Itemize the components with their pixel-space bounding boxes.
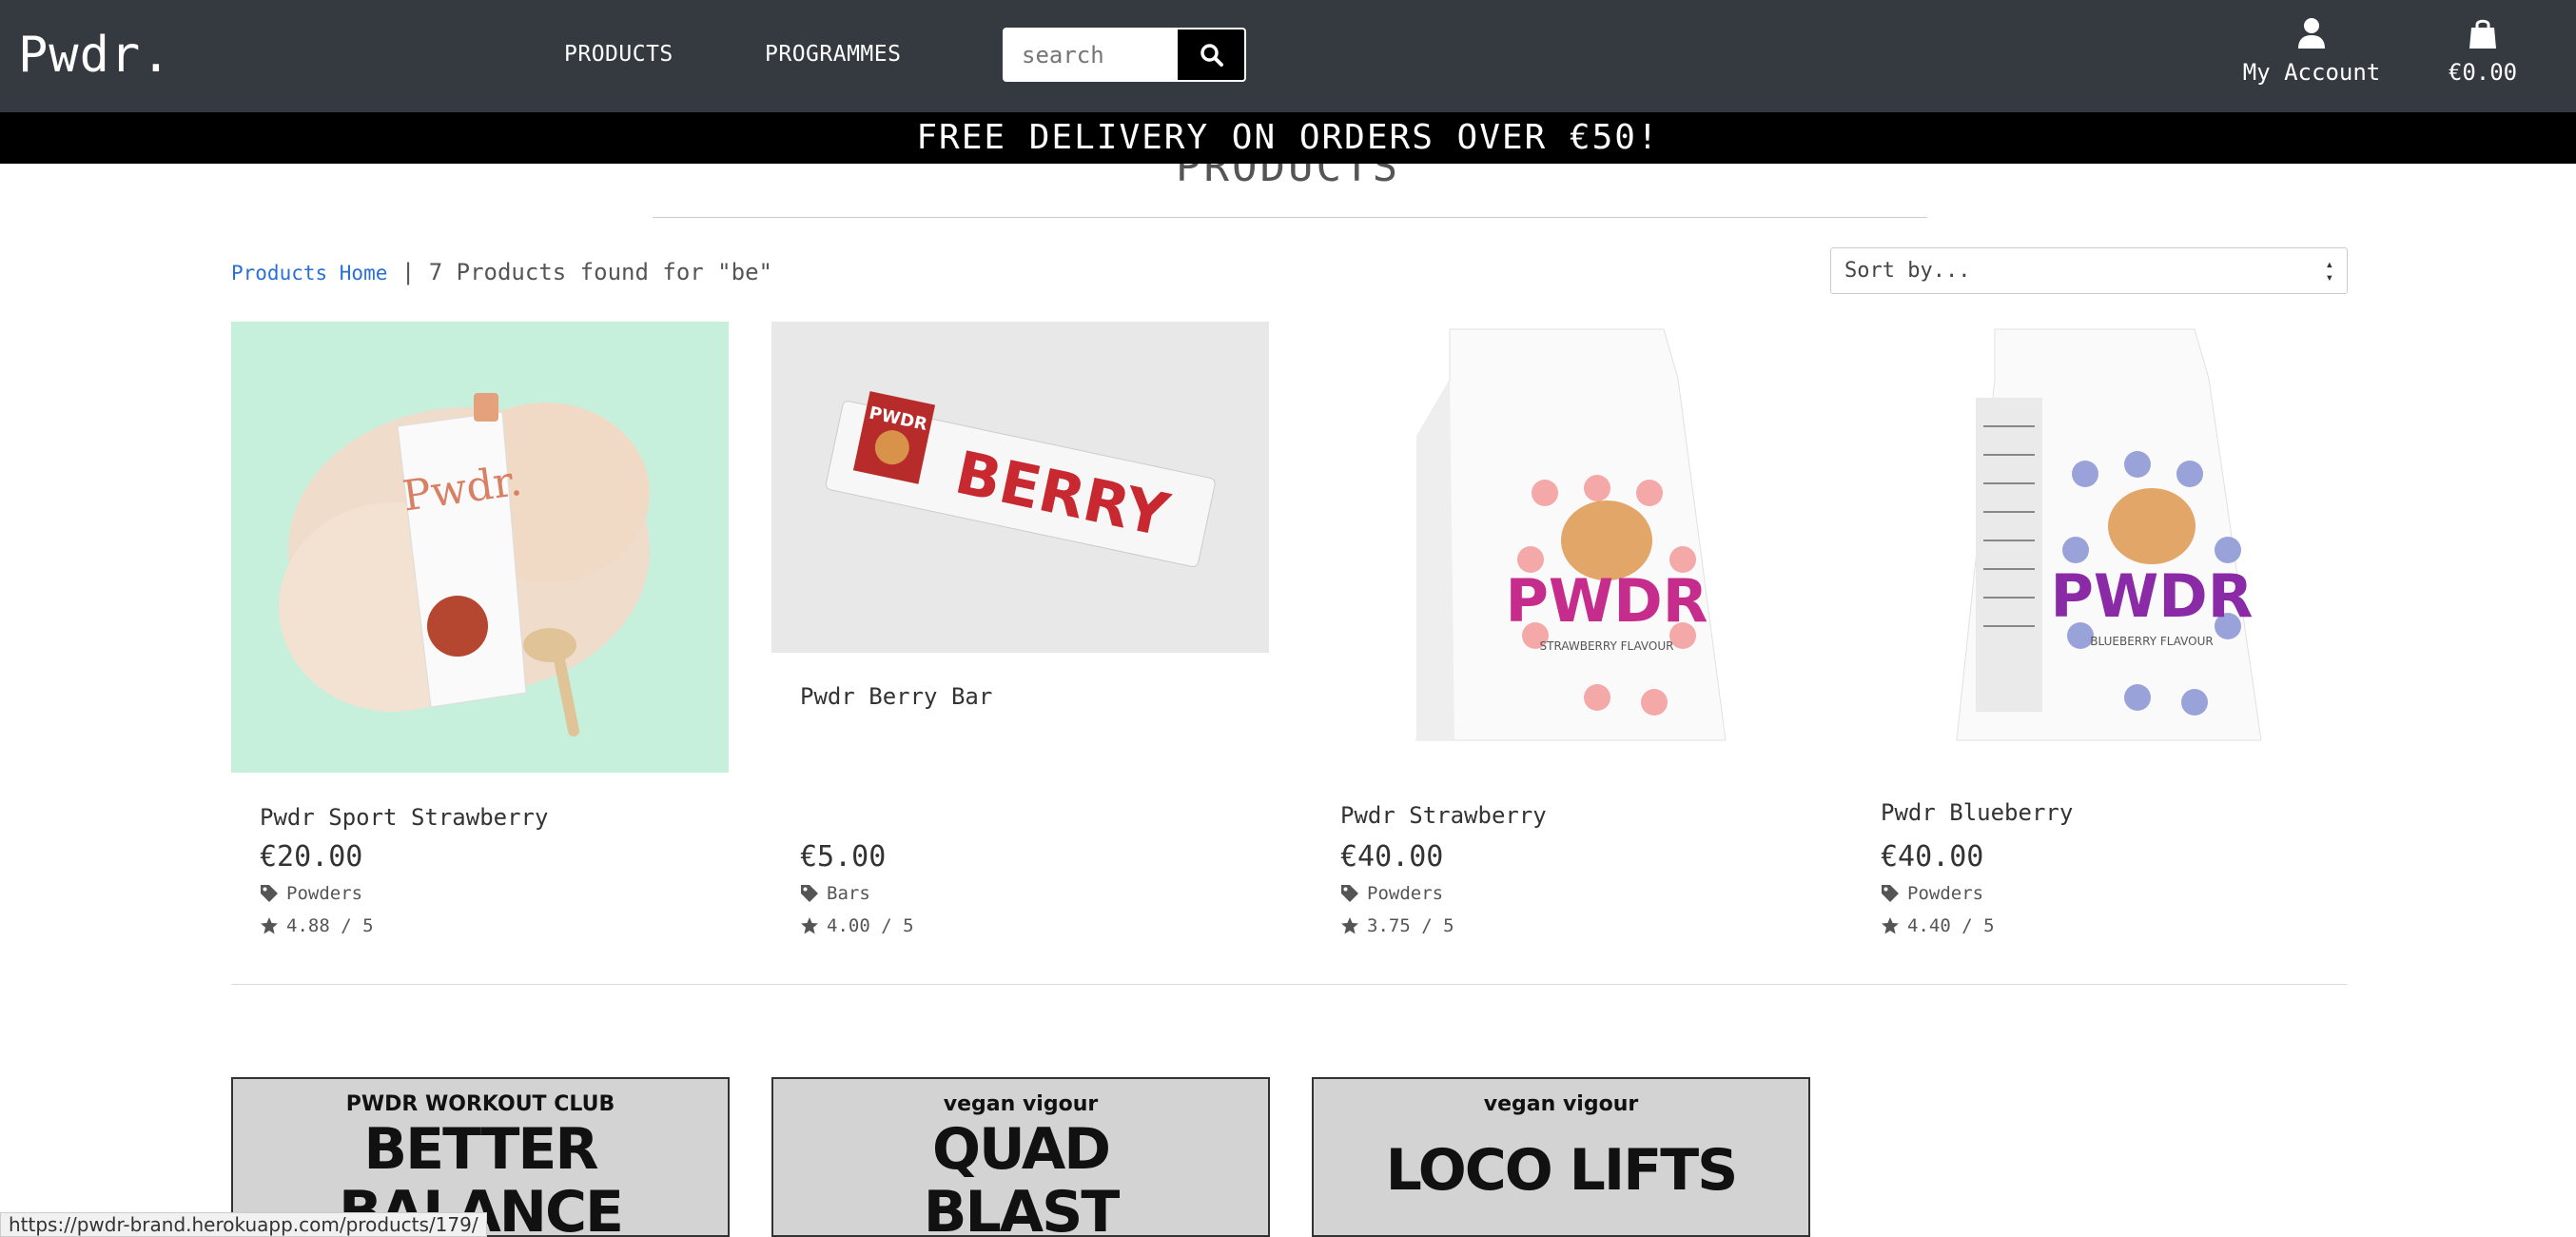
powder-pouch-image: Pwdr. [279, 393, 650, 736]
result-count: 7 Products found for "be" [428, 259, 772, 285]
product-price: €40.00 [1881, 840, 1984, 874]
product-category-label: Powders [286, 883, 363, 904]
programme-card[interactable]: vegan vigour QUAD BLAST [771, 1077, 1270, 1237]
top-navbar: Pwdr. PRODUCTS PROGRAMMES My Account €0.… [0, 0, 2576, 112]
site-logo[interactable]: Pwdr. [18, 27, 172, 84]
product-price: €20.00 [260, 840, 363, 874]
my-account-label: My Account [2242, 59, 2381, 86]
product-name[interactable]: Pwdr Berry Bar [800, 683, 992, 710]
star-icon [261, 917, 278, 934]
search-input[interactable] [1005, 29, 1178, 80]
star-icon [1882, 917, 1899, 934]
tag-icon [261, 885, 278, 902]
programme-card[interactable]: vegan vigour LOCO LIFTS [1312, 1077, 1810, 1237]
programme-title-line2: BLAST [923, 1179, 1121, 1237]
product-rating: 4.40 / 5 [1881, 915, 1995, 936]
delivery-banner: FREE DELIVERY ON ORDERS OVER €50! [0, 112, 2576, 164]
sort-selected: Sort by... [1844, 259, 1971, 283]
svg-text:PWDR: PWDR [2050, 561, 2253, 631]
bag-total: €0.00 [2448, 59, 2518, 86]
search-button[interactable] [1178, 29, 1244, 80]
search-icon [1200, 43, 1223, 67]
product-category-label: Powders [1367, 883, 1444, 904]
sort-select[interactable]: Sort by... ▴ ▾ [1830, 247, 2348, 294]
tag-icon [1882, 885, 1899, 902]
nav-programmes-link[interactable]: PROGRAMMES [765, 42, 901, 67]
product-rating-value: 4.00 / 5 [827, 915, 914, 936]
title-divider [653, 217, 1927, 218]
star-icon [1341, 917, 1358, 934]
product-price: €40.00 [1340, 840, 1444, 874]
strawberry-bag-image: PWDR STRAWBERRY FLAVOUR [1415, 328, 1727, 741]
product-category[interactable]: Powders [1340, 883, 1443, 904]
status-bar-url: https://pwdr-brand.herokuapp.com/product… [0, 1212, 487, 1237]
product-price: €5.00 [800, 840, 887, 874]
breadcrumb: Products Home | 7 Products found for "be… [231, 259, 772, 285]
product-image[interactable]: Pwdr. [231, 322, 729, 773]
product-category[interactable]: Bars [800, 883, 870, 904]
product-name[interactable]: Pwdr Sport Strawberry [260, 804, 548, 831]
nav-products-link[interactable]: PRODUCTS [564, 42, 673, 67]
programme-kicker: vegan vigour [1483, 1092, 1639, 1116]
product-name[interactable]: Pwdr Strawberry [1340, 802, 1547, 829]
programme-title: LOCO LIFTS [1385, 1137, 1739, 1204]
breadcrumb-separator: | [400, 259, 416, 285]
berry-bar-image: BERRY PWDR [825, 391, 1216, 568]
shopping-bag-icon [2469, 19, 2496, 49]
my-account-menu[interactable]: My Account [2240, 17, 2383, 86]
programme-title: BETTER [363, 1116, 598, 1183]
programme-kicker: PWDR WORKOUT CLUB [345, 1092, 615, 1116]
product-rating: 3.75 / 5 [1340, 915, 1454, 936]
product-name[interactable]: Pwdr Blueberry [1881, 799, 2073, 826]
product-category[interactable]: Powders [260, 883, 362, 904]
shopping-bag-button[interactable]: €0.00 [2445, 17, 2521, 86]
svg-text:PWDR: PWDR [1505, 566, 1708, 636]
product-image[interactable]: BERRY PWDR [771, 322, 1269, 653]
product-image[interactable]: PWDR STRAWBERRY FLAVOUR [1312, 322, 1809, 773]
programme-title: QUAD [931, 1116, 1111, 1183]
product-image[interactable]: PWDR BLUEBERRY FLAVOUR [1852, 322, 2350, 773]
select-arrows-icon: ▴ ▾ [2325, 256, 2333, 285]
user-icon [2298, 18, 2325, 49]
product-rating: 4.88 / 5 [260, 915, 374, 936]
product-rating-value: 3.75 / 5 [1367, 915, 1454, 936]
products-home-link[interactable]: Products Home [231, 262, 387, 285]
product-category-label: Bars [827, 883, 870, 904]
tag-icon [801, 885, 818, 902]
search-form [1003, 28, 1246, 82]
svg-text:STRAWBERRY FLAVOUR: STRAWBERRY FLAVOUR [1540, 639, 1674, 653]
star-icon [801, 917, 818, 934]
programme-kicker: vegan vigour [943, 1092, 1099, 1116]
svg-text:BLUEBERRY FLAVOUR: BLUEBERRY FLAVOUR [2090, 635, 2213, 648]
tag-icon [1341, 885, 1358, 902]
product-category[interactable]: Powders [1881, 883, 1983, 904]
product-rating: 4.00 / 5 [800, 915, 914, 936]
section-divider [231, 984, 2348, 985]
blueberry-bag-image: PWDR BLUEBERRY FLAVOUR [1956, 328, 2262, 741]
product-category-label: Powders [1907, 883, 1984, 904]
product-rating-value: 4.88 / 5 [286, 915, 374, 936]
product-rating-value: 4.40 / 5 [1907, 915, 1995, 936]
